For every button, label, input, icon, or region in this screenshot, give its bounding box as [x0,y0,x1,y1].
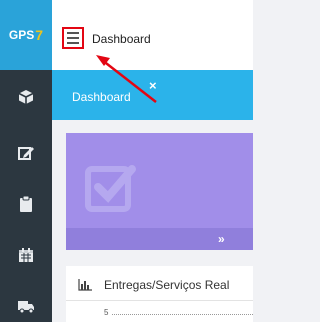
cube-icon[interactable] [14,85,38,109]
clipboard-icon[interactable] [14,192,38,216]
brand-suffix: 7 [35,27,44,43]
stat-card[interactable]: » [66,133,253,250]
calendar-icon[interactable] [14,243,38,267]
page-title: Dashboard [92,32,151,46]
checkbox-icon [84,161,138,215]
brand-text: GPS [8,28,35,42]
chart-panel: Entregas/Serviços Real 5 [66,266,253,322]
brand-logo[interactable]: GPS 7 [0,0,52,70]
menu-toggle-button[interactable] [62,27,84,49]
tab-bar: Dashboard × [52,70,253,120]
hamburger-line [67,32,79,34]
edit-icon[interactable] [14,141,38,165]
divider [66,300,253,301]
panel-title: Entregas/Serviços Real [104,278,230,292]
axis-tick-label: 5 [104,308,109,317]
truck-icon[interactable] [14,294,38,318]
tab-dashboard[interactable]: Dashboard [72,90,131,104]
card-footer[interactable]: » [66,228,253,250]
hamburger-line [67,42,79,44]
tab-close-icon[interactable]: × [149,78,157,93]
sidebar: GPS 7 [0,0,52,322]
grid-line [112,314,253,315]
more-info-link[interactable]: » [218,232,225,246]
hamburger-line [67,37,79,39]
bar-chart-icon [78,278,92,296]
